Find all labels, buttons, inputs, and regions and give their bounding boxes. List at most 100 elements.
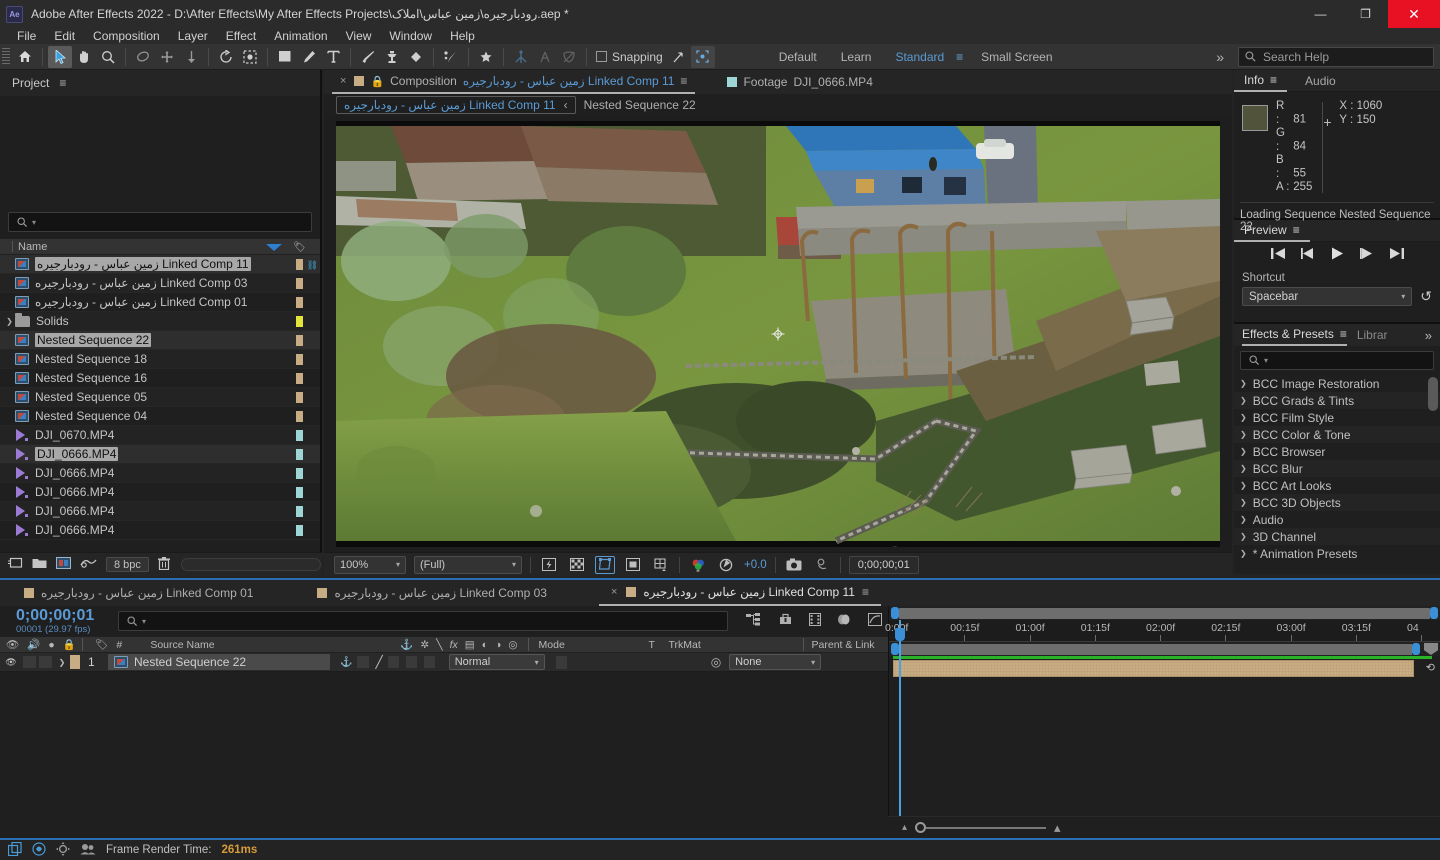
effect-category-row[interactable]: ❯ BCC Film Style <box>1234 409 1440 426</box>
project-item[interactable]: Nested Sequence 04 <box>0 407 320 426</box>
advanced-pin-icon[interactable] <box>557 46 581 68</box>
disclosure-triangle-icon[interactable]: ❯ <box>1240 396 1247 405</box>
quality-icon[interactable]: ╱ <box>375 655 382 669</box>
motion-blur-toggle[interactable] <box>404 655 418 669</box>
new-folder-icon[interactable] <box>32 557 47 572</box>
viewer-canvas-area[interactable] <box>324 116 1232 552</box>
project-settings-icon[interactable] <box>80 557 97 572</box>
effects-overflow-icon[interactable]: » <box>1425 328 1432 343</box>
pan-tool-icon[interactable] <box>155 46 179 68</box>
project-item[interactable]: Nested Sequence 18 <box>0 350 320 369</box>
project-item[interactable]: Nested Sequence 05 <box>0 388 320 407</box>
timeline-current-timecode[interactable]: 0;00;00;01 <box>0 607 104 624</box>
layer-bar-area[interactable]: ⟲ <box>889 659 1440 679</box>
close-icon[interactable]: × <box>340 75 346 87</box>
layer-audio-toggle[interactable] <box>22 655 37 669</box>
info-panel-menu-icon[interactable]: ≡ <box>1270 69 1277 91</box>
render-queue-icon[interactable] <box>809 613 821 629</box>
rotation-tool-icon[interactable] <box>214 46 238 68</box>
mode-header[interactable]: Mode <box>539 639 649 651</box>
navigator-track[interactable] <box>899 607 1430 619</box>
draft-3d-icon[interactable] <box>778 613 793 629</box>
show-snapshot-icon[interactable] <box>812 556 832 574</box>
roto-brush-icon[interactable] <box>238 46 262 68</box>
puppet-pin-icon[interactable] <box>439 46 463 68</box>
layer-mode-select[interactable]: Normal ▾ <box>448 654 545 670</box>
graph-editor-icon[interactable] <box>868 613 882 629</box>
3d-layer-toggle[interactable] <box>422 655 436 669</box>
timeline-timecode-group[interactable]: 0;00;00;01 00001 (29.97 fps) <box>0 607 104 635</box>
layer-number-header[interactable]: # <box>116 639 138 651</box>
project-panel-menu-icon[interactable]: ≡ <box>59 76 66 90</box>
disclosure-triangle-icon[interactable]: ❯ <box>4 317 15 326</box>
effects-category-list[interactable]: ❯ BCC Image Restoration ❯ BCC Grads & Tints… <box>1234 375 1440 561</box>
tab-effects-presets[interactable]: Effects & Presets ≡ <box>1242 324 1347 346</box>
item-label-swatch[interactable] <box>296 487 303 498</box>
disclosure-triangle-icon[interactable]: ❯ <box>1240 481 1247 490</box>
disclosure-triangle-icon[interactable]: ❯ <box>1240 498 1247 507</box>
navigator-start-handle[interactable] <box>891 607 899 619</box>
exposure-value[interactable]: +0.0 <box>744 559 767 571</box>
time-ruler[interactable]: 0:00f00:15f01:00f01:15f02:00f02:15f03:00… <box>885 620 1440 642</box>
effects-icon[interactable]: fx <box>450 639 458 651</box>
audio-icon[interactable]: 🔊 <box>27 638 40 651</box>
video-eye-icon[interactable]: 👁 <box>6 638 19 651</box>
tab-libraries[interactable]: Librar <box>1357 324 1388 346</box>
layer-solo-toggle[interactable] <box>38 655 53 669</box>
effect-category-row[interactable]: ❯ Audio <box>1234 511 1440 528</box>
project-item[interactable]: ❯ Solids <box>0 312 320 331</box>
hand-tool-icon[interactable] <box>72 46 96 68</box>
item-label-swatch[interactable] <box>296 297 303 308</box>
work-area-bar[interactable] <box>889 642 1440 656</box>
item-label-swatch[interactable] <box>296 392 303 403</box>
anchor-point-icon[interactable] <box>771 327 785 341</box>
last-frame-icon[interactable] <box>1389 248 1404 262</box>
delete-icon[interactable] <box>157 556 170 573</box>
selection-tool-icon[interactable] <box>48 45 72 68</box>
fast-preview-icon[interactable] <box>539 556 559 574</box>
shortcut-select[interactable]: Spacebar ▾ <box>1242 287 1413 306</box>
work-area-start-handle[interactable] <box>891 643 899 655</box>
solo-icon[interactable]: ● <box>48 639 54 651</box>
item-label-swatch[interactable] <box>296 259 303 270</box>
menu-window[interactable]: Window <box>380 28 441 44</box>
effect-category-row[interactable]: ❯ * Animation Presets <box>1234 545 1440 561</box>
project-tab-label[interactable]: Project <box>12 76 49 90</box>
composition-mini-flowchart-icon[interactable] <box>746 613 762 629</box>
trkmat-header[interactable]: TrkMat <box>669 639 799 651</box>
effect-category-row[interactable]: ❯ BCC Image Restoration <box>1234 375 1440 392</box>
lock-icon[interactable]: 🔒 <box>370 75 384 88</box>
layer-duration-bar[interactable] <box>893 660 1414 677</box>
disclosure-triangle-icon[interactable]: ❯ <box>1240 464 1247 473</box>
region-of-interest-icon[interactable] <box>623 556 643 574</box>
bend-pin-icon[interactable] <box>533 46 557 68</box>
sort-descending-icon[interactable] <box>266 244 282 251</box>
chevron-down-icon[interactable]: ▾ <box>1401 292 1405 301</box>
first-frame-icon[interactable] <box>1270 248 1285 262</box>
chevron-down-icon[interactable]: ▾ <box>811 658 815 667</box>
viewer-tab-composition[interactable]: × 🔒 Composition زمین عباس - رودبارجیره L… <box>332 70 696 94</box>
disclosure-triangle-icon[interactable]: ❯ <box>1240 413 1247 422</box>
item-label-swatch[interactable] <box>296 354 303 365</box>
duplicate-icon[interactable] <box>7 841 22 859</box>
effect-category-row[interactable]: ❯ BCC Color & Tone <box>1234 426 1440 443</box>
orbit-tool-icon[interactable] <box>131 46 155 68</box>
quality-icon[interactable]: ╲ <box>436 639 442 651</box>
project-item[interactable]: زمین عباس - رودبارجیره Linked Comp 11 ⛓ <box>0 255 320 274</box>
menu-help[interactable]: Help <box>441 28 484 44</box>
reset-icon[interactable]: ↺ <box>1420 288 1432 305</box>
menu-edit[interactable]: Edit <box>45 28 84 44</box>
menu-composition[interactable]: Composition <box>84 28 169 44</box>
item-label-swatch[interactable] <box>296 278 303 289</box>
timeline-tab-comp-01[interactable]: زمین عباس - رودبارجیره Linked Comp 01 <box>12 580 265 606</box>
viewer-tab-footage[interactable]: Footage DJI_0666.MP4 <box>719 70 880 94</box>
viewer-tab-menu-icon[interactable]: ≡ <box>680 74 687 88</box>
menu-file[interactable]: File <box>8 28 45 44</box>
layer-label-color[interactable] <box>70 655 80 669</box>
shape-tool-icon[interactable] <box>273 46 297 68</box>
project-item[interactable]: DJI_0670.MP4 <box>0 426 320 445</box>
search-dropdown-icon[interactable]: ▾ <box>142 617 146 626</box>
timeline-search-input[interactable]: ▾ <box>118 611 728 631</box>
workspace-learn[interactable]: Learn <box>829 50 884 64</box>
column-name-label[interactable]: Name <box>0 241 47 253</box>
